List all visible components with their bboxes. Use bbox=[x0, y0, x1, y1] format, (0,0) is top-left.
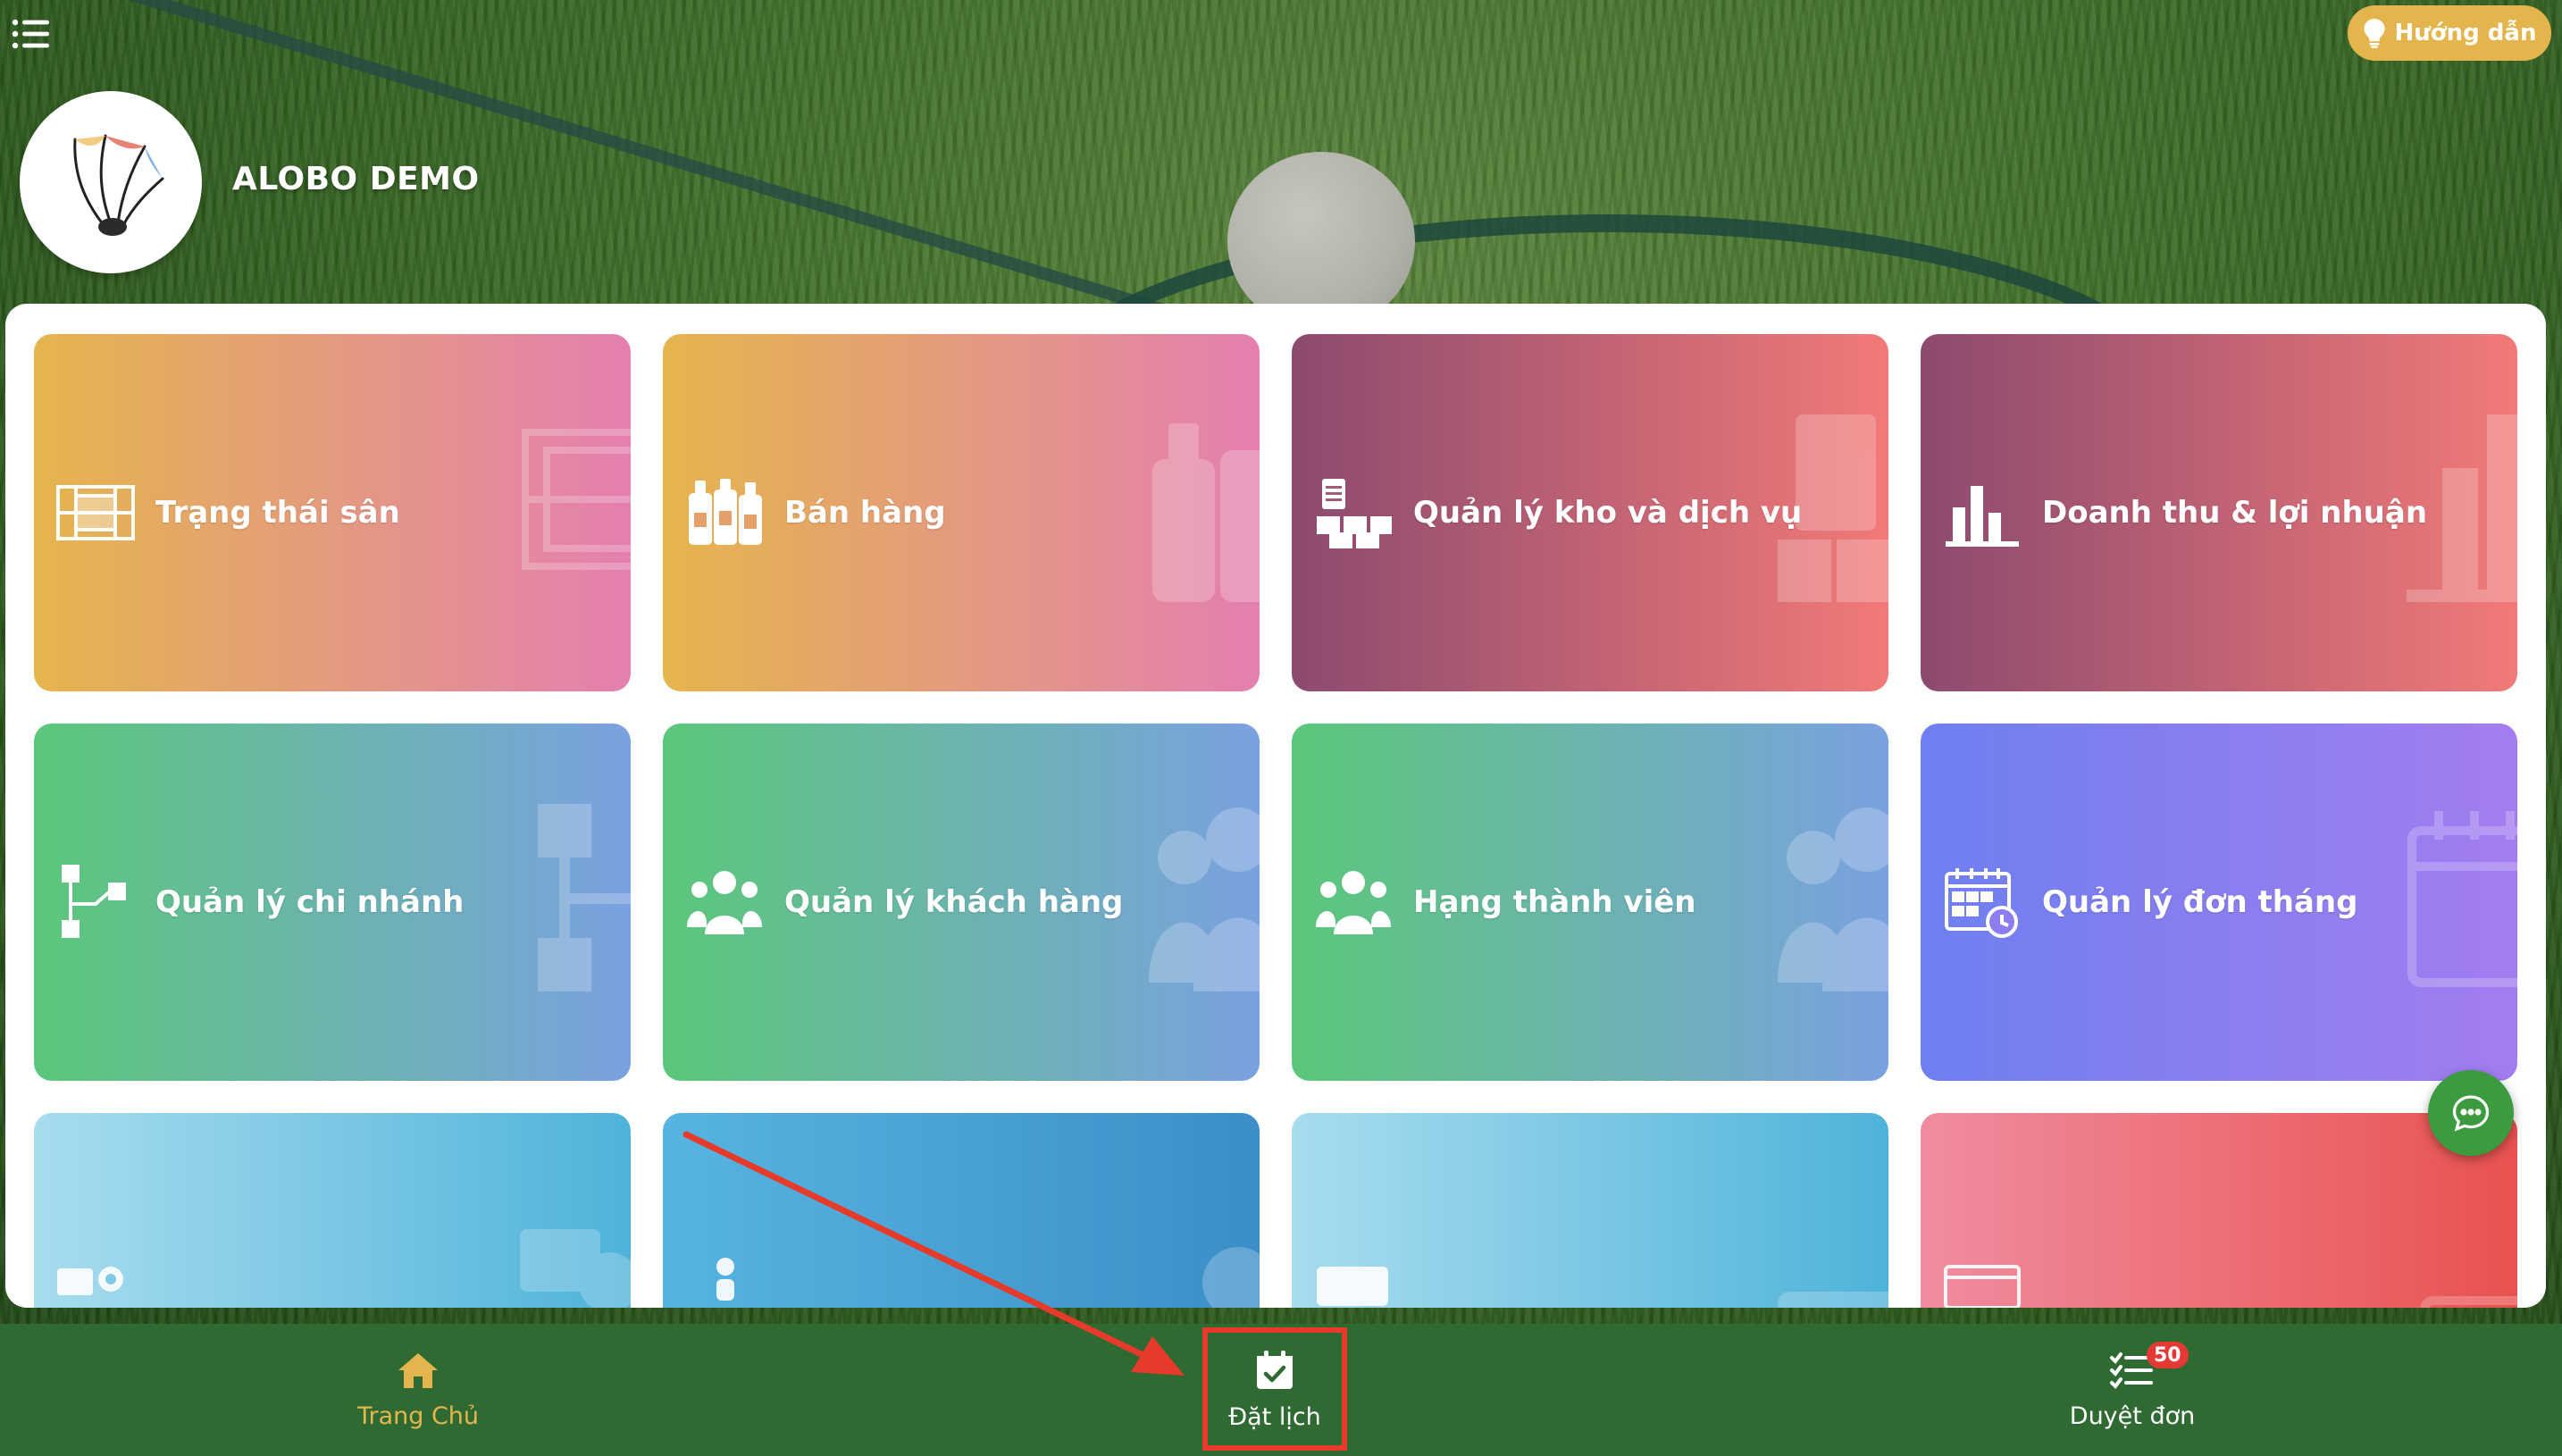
card-monthly-orders[interactable]: Quản lý đơn tháng bbox=[1921, 724, 2517, 1081]
card-label: Trạng thái sân bbox=[155, 495, 400, 531]
bottles-icon bbox=[684, 477, 765, 548]
browser-window-icon bbox=[1944, 1265, 2021, 1308]
main-panel: Trạng thái sân Bán hàng Quản lý kho và d… bbox=[5, 304, 2546, 1308]
settings-tools-icon bbox=[57, 1267, 123, 1295]
person-icon bbox=[716, 1258, 734, 1301]
nav-home[interactable]: Trang Chủ bbox=[284, 1324, 552, 1456]
card-partial-settings[interactable] bbox=[34, 1113, 631, 1308]
brand-name: ALOBO DEMO bbox=[232, 161, 480, 197]
shuttlecock-logo-icon bbox=[73, 134, 164, 236]
card-partial-id-card[interactable] bbox=[1292, 1113, 1888, 1308]
guide-button[interactable]: Hướng dẫn bbox=[2348, 5, 2551, 61]
id-card-deco-icon bbox=[1778, 1292, 1888, 1308]
customers-icon bbox=[684, 866, 765, 938]
nav-home-label: Trang Chủ bbox=[356, 1402, 480, 1430]
court-grid-deco-icon bbox=[522, 429, 631, 570]
bottles-deco-icon bbox=[1152, 423, 1260, 602]
court-grid-icon bbox=[55, 477, 136, 548]
nav-approve-orders[interactable]: 50 Duyệt đơn bbox=[1998, 1324, 2266, 1456]
pending-count-badge: 50 bbox=[2147, 1342, 2189, 1368]
guide-button-label: Hướng dẫn bbox=[2394, 20, 2537, 46]
lightbulb-icon bbox=[2364, 19, 2384, 48]
hamburger-menu-button[interactable] bbox=[11, 16, 52, 52]
calendar-clock-icon bbox=[1942, 866, 2022, 938]
home-icon bbox=[398, 1352, 438, 1388]
clipboard-deco-icon bbox=[1778, 414, 1888, 602]
chat-fab-button[interactable] bbox=[2428, 1070, 2514, 1156]
card-customer-management[interactable]: Quản lý khách hàng bbox=[663, 724, 1260, 1081]
card-partial-browser[interactable] bbox=[1921, 1113, 2517, 1308]
chat-bubble-icon bbox=[2452, 1095, 2490, 1132]
card-revenue-profit[interactable]: Doanh thu & lợi nhuận bbox=[1921, 334, 2517, 691]
card-label: Bán hàng bbox=[784, 495, 946, 531]
nav-approve-label: Duyệt đơn bbox=[2069, 1402, 2196, 1430]
branch-tree-deco-icon bbox=[538, 804, 631, 992]
members-deco-icon bbox=[1778, 807, 1888, 992]
browser-deco-icon bbox=[2420, 1296, 2517, 1308]
inventory-icon bbox=[1313, 477, 1394, 548]
customers-deco-icon bbox=[1149, 807, 1260, 992]
card-label: Quản lý đơn tháng bbox=[2042, 884, 2358, 920]
bar-chart-icon bbox=[1942, 477, 2022, 548]
annotation-highlight-box bbox=[1202, 1327, 1347, 1451]
card-label: Hạng thành viên bbox=[1413, 884, 1696, 920]
card-branch-management[interactable]: Quản lý chi nhánh bbox=[34, 724, 631, 1081]
bar-chart-deco-icon bbox=[2407, 414, 2517, 602]
members-icon bbox=[1313, 866, 1394, 938]
card-court-status[interactable]: Trạng thái sân bbox=[34, 334, 631, 691]
branch-tree-icon bbox=[55, 865, 136, 938]
card-partial-person[interactable] bbox=[663, 1113, 1260, 1308]
calendar-deco-icon bbox=[2407, 811, 2517, 987]
card-label: Doanh thu & lợi nhuận bbox=[2042, 495, 2428, 531]
briefcase-gear-deco-icon bbox=[520, 1229, 631, 1308]
hamburger-icon bbox=[12, 19, 49, 49]
person-deco-icon bbox=[1202, 1247, 1260, 1308]
card-member-tier[interactable]: Hạng thành viên bbox=[1292, 724, 1888, 1081]
card-label: Quản lý khách hàng bbox=[784, 884, 1124, 920]
card-label: Quản lý kho và dịch vụ bbox=[1413, 495, 1803, 531]
card-inventory-services[interactable]: Quản lý kho và dịch vụ bbox=[1292, 334, 1888, 691]
brand-logo bbox=[20, 91, 202, 273]
card-sales[interactable]: Bán hàng bbox=[663, 334, 1260, 691]
card-label: Quản lý chi nhánh bbox=[155, 884, 465, 920]
id-card-icon bbox=[1317, 1267, 1388, 1306]
